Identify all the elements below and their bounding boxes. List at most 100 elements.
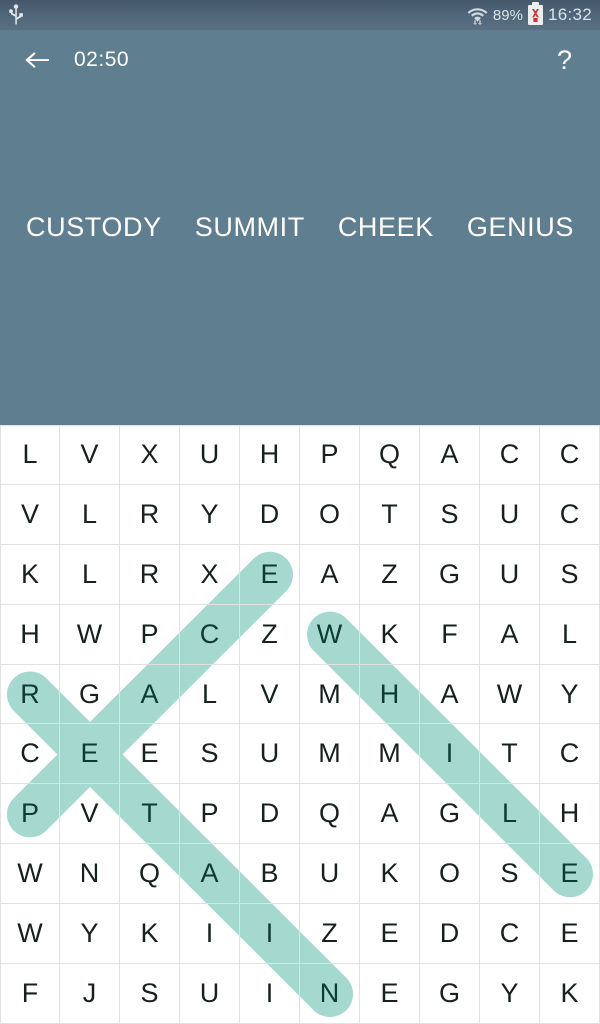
grid-cell[interactable]: A bbox=[180, 844, 240, 905]
grid-cell[interactable]: Q bbox=[300, 784, 360, 845]
grid-cell[interactable]: E bbox=[120, 724, 180, 785]
grid-cell[interactable]: Y bbox=[60, 904, 120, 965]
grid-cell[interactable]: H bbox=[240, 425, 300, 485]
grid-cell[interactable]: K bbox=[120, 904, 180, 965]
grid-cell[interactable]: N bbox=[60, 844, 120, 905]
grid-cell[interactable]: A bbox=[120, 664, 180, 725]
grid-cell[interactable]: C bbox=[0, 724, 60, 785]
grid-cell[interactable]: K bbox=[0, 544, 60, 605]
grid-cell[interactable]: L bbox=[0, 425, 60, 485]
grid-cell[interactable]: Y bbox=[540, 664, 600, 725]
grid-cell[interactable]: U bbox=[180, 964, 240, 1024]
grid-cell[interactable]: R bbox=[0, 664, 60, 725]
grid-cell[interactable]: I bbox=[420, 724, 480, 785]
grid-cell[interactable]: G bbox=[420, 964, 480, 1024]
grid-cell[interactable]: P bbox=[300, 425, 360, 485]
grid-cell[interactable]: Z bbox=[240, 604, 300, 665]
grid-cell[interactable]: H bbox=[360, 664, 420, 725]
grid-cell[interactable]: T bbox=[120, 784, 180, 845]
grid-cell[interactable]: U bbox=[480, 544, 540, 605]
grid-cell[interactable]: X bbox=[180, 544, 240, 605]
grid-cell[interactable]: G bbox=[420, 544, 480, 605]
grid-cell[interactable]: A bbox=[360, 784, 420, 845]
grid-cell[interactable]: C bbox=[480, 904, 540, 965]
grid-cell[interactable]: P bbox=[180, 784, 240, 845]
grid-cell[interactable]: Z bbox=[360, 544, 420, 605]
grid-cell[interactable]: W bbox=[60, 604, 120, 665]
grid-cell[interactable]: J bbox=[60, 964, 120, 1024]
grid-cell[interactable]: A bbox=[420, 425, 480, 485]
grid-cell[interactable]: E bbox=[240, 544, 300, 605]
grid-cell[interactable]: E bbox=[540, 904, 600, 965]
grid-cell[interactable]: E bbox=[360, 904, 420, 965]
grid-cell[interactable]: V bbox=[240, 664, 300, 725]
grid-cell[interactable]: M bbox=[360, 724, 420, 785]
grid-cell[interactable]: G bbox=[420, 784, 480, 845]
grid-cell[interactable]: S bbox=[420, 484, 480, 545]
grid-cell[interactable]: W bbox=[0, 904, 60, 965]
grid-cell[interactable]: S bbox=[180, 724, 240, 785]
grid-cell[interactable]: V bbox=[60, 784, 120, 845]
grid-cell[interactable]: H bbox=[0, 604, 60, 665]
grid-cell[interactable]: U bbox=[240, 724, 300, 785]
grid-cell[interactable]: C bbox=[540, 484, 600, 545]
grid-cell[interactable]: C bbox=[180, 604, 240, 665]
letter-grid[interactable]: LVXUHPQACCVLRYDOTSUCKLRXEAZGUSHWPCZWKFAL… bbox=[0, 425, 600, 1024]
grid-cell[interactable]: D bbox=[420, 904, 480, 965]
grid-cell[interactable]: X bbox=[120, 425, 180, 485]
grid-cell[interactable]: M bbox=[300, 664, 360, 725]
grid-cell[interactable]: A bbox=[420, 664, 480, 725]
grid-cell[interactable]: O bbox=[420, 844, 480, 905]
grid-cell[interactable]: C bbox=[540, 425, 600, 485]
back-arrow-icon[interactable] bbox=[22, 45, 52, 75]
grid-cell[interactable]: L bbox=[480, 784, 540, 845]
grid-cell[interactable]: N bbox=[300, 964, 360, 1024]
grid-cell[interactable]: D bbox=[240, 784, 300, 845]
grid-cell[interactable]: I bbox=[180, 904, 240, 965]
grid-cell[interactable]: E bbox=[60, 724, 120, 785]
grid-cell[interactable]: K bbox=[540, 964, 600, 1024]
grid-cell[interactable]: D bbox=[240, 484, 300, 545]
grid-cell[interactable]: I bbox=[240, 904, 300, 965]
grid-cell[interactable]: P bbox=[0, 784, 60, 845]
grid-cell[interactable]: Y bbox=[180, 484, 240, 545]
grid-cell[interactable]: C bbox=[480, 425, 540, 485]
grid-cell[interactable]: U bbox=[480, 484, 540, 545]
grid-cell[interactable]: R bbox=[120, 484, 180, 545]
grid-cell[interactable]: K bbox=[360, 604, 420, 665]
grid-cell[interactable]: Q bbox=[120, 844, 180, 905]
grid-cell[interactable]: U bbox=[180, 425, 240, 485]
grid-cell[interactable]: E bbox=[360, 964, 420, 1024]
grid-cell[interactable]: A bbox=[480, 604, 540, 665]
grid-cell[interactable]: S bbox=[120, 964, 180, 1024]
grid-cell[interactable]: Y bbox=[480, 964, 540, 1024]
grid-cell[interactable]: Q bbox=[360, 425, 420, 485]
grid-cell[interactable]: K bbox=[360, 844, 420, 905]
grid-cell[interactable]: T bbox=[360, 484, 420, 545]
grid-cell[interactable]: F bbox=[0, 964, 60, 1024]
grid-cell[interactable]: U bbox=[300, 844, 360, 905]
help-button[interactable]: ? bbox=[551, 46, 578, 74]
grid-cell[interactable]: L bbox=[60, 484, 120, 545]
grid-cell[interactable]: E bbox=[540, 844, 600, 905]
grid-cell[interactable]: R bbox=[120, 544, 180, 605]
grid-cell[interactable]: L bbox=[60, 544, 120, 605]
grid-cell[interactable]: G bbox=[60, 664, 120, 725]
grid-cell[interactable]: S bbox=[480, 844, 540, 905]
grid-cell[interactable]: W bbox=[0, 844, 60, 905]
grid-cell[interactable]: P bbox=[120, 604, 180, 665]
grid-cell[interactable]: Z bbox=[300, 904, 360, 965]
grid-cell[interactable]: M bbox=[300, 724, 360, 785]
grid-cell[interactable]: V bbox=[60, 425, 120, 485]
grid-cell[interactable]: H bbox=[540, 784, 600, 845]
grid-cell[interactable]: W bbox=[300, 604, 360, 665]
grid-cell[interactable]: C bbox=[540, 724, 600, 785]
grid-cell[interactable]: L bbox=[540, 604, 600, 665]
grid-cell[interactable]: B bbox=[240, 844, 300, 905]
grid-cell[interactable]: T bbox=[480, 724, 540, 785]
puzzle-grid-area[interactable]: LVXUHPQACCVLRYDOTSUCKLRXEAZGUSHWPCZWKFAL… bbox=[0, 425, 600, 1024]
grid-cell[interactable]: A bbox=[300, 544, 360, 605]
grid-cell[interactable]: O bbox=[300, 484, 360, 545]
grid-cell[interactable]: I bbox=[240, 964, 300, 1024]
grid-cell[interactable]: L bbox=[180, 664, 240, 725]
